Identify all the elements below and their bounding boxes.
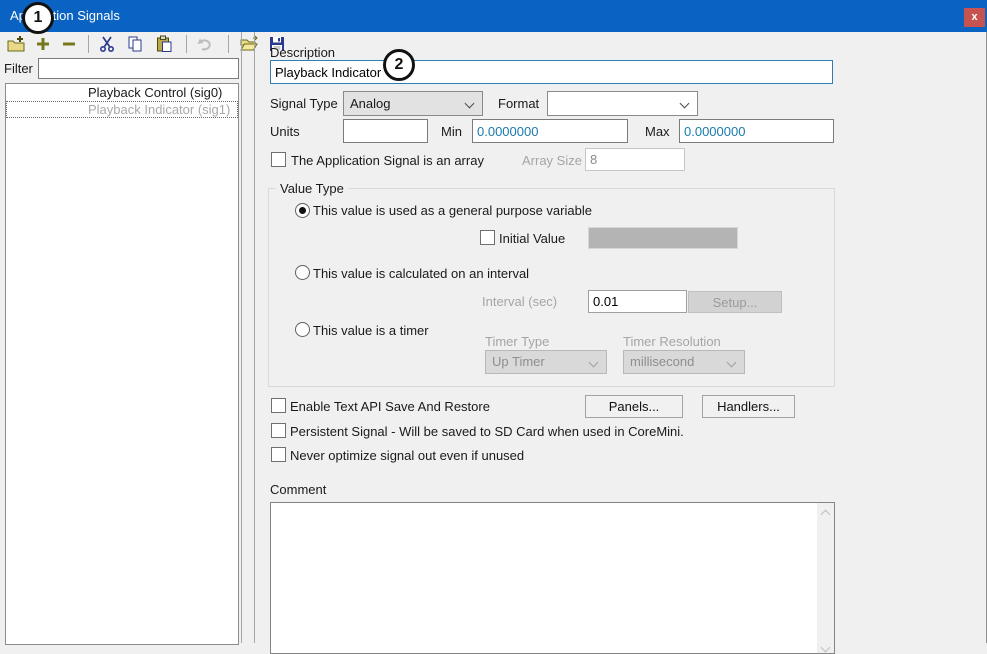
remove-signal-button[interactable] [58, 34, 80, 54]
description-input[interactable] [270, 60, 833, 84]
min-input[interactable] [472, 119, 628, 143]
setup-button[interactable]: Setup... [688, 291, 782, 313]
annotation-circle-1: 1 [22, 2, 54, 34]
format-label: Format [498, 96, 539, 111]
timer-radio-label: This value is a timer [313, 323, 429, 338]
array-size-label: Array Size [522, 153, 582, 168]
handlers-button[interactable]: Handlers... [702, 395, 795, 418]
paste-button[interactable] [153, 34, 175, 54]
initial-value-checkbox[interactable] [480, 230, 495, 245]
filter-label: Filter [4, 61, 33, 76]
cut-button[interactable] [96, 34, 118, 54]
never-optimize-label: Never optimize signal out even if unused [290, 448, 524, 463]
initial-value-input [588, 227, 738, 249]
scissors-icon [98, 35, 116, 53]
add-signal-button[interactable] [32, 34, 54, 54]
title-bar[interactable]: Application Signals x [0, 0, 987, 32]
timer-radio[interactable] [295, 322, 310, 337]
panels-button[interactable]: Panels... [585, 395, 683, 418]
toolbar [0, 33, 987, 56]
copy-button[interactable] [124, 34, 146, 54]
chevron-down-icon [680, 99, 690, 109]
timer-type-value: Up Timer [492, 354, 545, 369]
interval-sec-label: Interval (sec) [482, 294, 557, 309]
signal-type-combobox[interactable]: Analog [343, 91, 483, 116]
chevron-down-icon [589, 358, 599, 368]
open-folder-icon [240, 35, 258, 53]
scroll-up-icon[interactable] [821, 510, 831, 520]
plus-icon [34, 35, 52, 53]
signal-list[interactable]: Playback Control (sig0) Playback Indicat… [5, 83, 239, 645]
general-purpose-radio[interactable] [295, 203, 310, 218]
toolbar-separator [228, 35, 229, 53]
enable-text-api-checkbox[interactable] [271, 398, 286, 413]
array-size-input[interactable] [585, 148, 685, 171]
radio-dot-icon [299, 207, 306, 214]
timer-resolution-combobox[interactable]: millisecond [623, 350, 745, 374]
annotation-circle-2: 2 [383, 49, 415, 81]
scroll-down-icon[interactable] [821, 643, 831, 653]
close-button[interactable]: x [964, 8, 985, 27]
signal-type-label: Signal Type [270, 96, 338, 111]
clipboard-paste-icon [155, 35, 173, 53]
undo-button[interactable] [194, 34, 216, 54]
timer-type-label: Timer Type [485, 334, 549, 349]
array-checkbox-label: The Application Signal is an array [291, 153, 484, 168]
application-signals-dialog: Application Signals x [0, 0, 987, 643]
list-item[interactable]: Playback Indicator (sig1) [6, 101, 238, 118]
comment-label: Comment [270, 482, 326, 497]
persistent-signal-checkbox[interactable] [271, 423, 286, 438]
units-input[interactable] [343, 119, 428, 143]
general-purpose-radio-label: This value is used as a general purpose … [313, 203, 592, 218]
filter-input[interactable] [38, 58, 239, 79]
toolbar-separator [88, 35, 89, 53]
min-label: Min [441, 124, 462, 139]
array-checkbox[interactable] [271, 152, 286, 167]
enable-text-api-label: Enable Text API Save And Restore [290, 399, 490, 414]
chevron-down-icon [465, 99, 475, 109]
undo-icon [196, 35, 214, 53]
timer-type-combobox[interactable]: Up Timer [485, 350, 607, 374]
format-combobox[interactable] [547, 91, 698, 116]
new-signal-from-file-button[interactable] [5, 34, 27, 54]
interval-radio[interactable] [295, 265, 310, 280]
signal-type-value: Analog [350, 96, 390, 111]
minus-icon [60, 35, 78, 53]
value-type-legend: Value Type [276, 181, 348, 196]
interval-radio-label: This value is calculated on an interval [313, 266, 529, 281]
max-input[interactable] [679, 119, 834, 143]
timer-resolution-label: Timer Resolution [623, 334, 721, 349]
timer-resolution-value: millisecond [630, 354, 694, 369]
folder-plus-icon [7, 35, 25, 53]
copy-icon [126, 35, 144, 53]
max-label: Max [645, 124, 670, 139]
persistent-signal-label: Persistent Signal - Will be saved to SD … [290, 424, 684, 439]
panel-splitter [254, 32, 255, 643]
chevron-down-icon [727, 358, 737, 368]
panel-splitter[interactable] [241, 32, 242, 643]
comment-scrollbar[interactable] [817, 503, 834, 653]
initial-value-label: Initial Value [499, 231, 565, 246]
comment-textarea[interactable] [270, 502, 835, 654]
interval-input[interactable] [588, 290, 687, 313]
description-label: Description [270, 45, 335, 60]
toolbar-separator [186, 35, 187, 53]
never-optimize-checkbox[interactable] [271, 447, 286, 462]
list-item[interactable]: Playback Control (sig0) [6, 84, 238, 101]
units-label: Units [270, 124, 300, 139]
